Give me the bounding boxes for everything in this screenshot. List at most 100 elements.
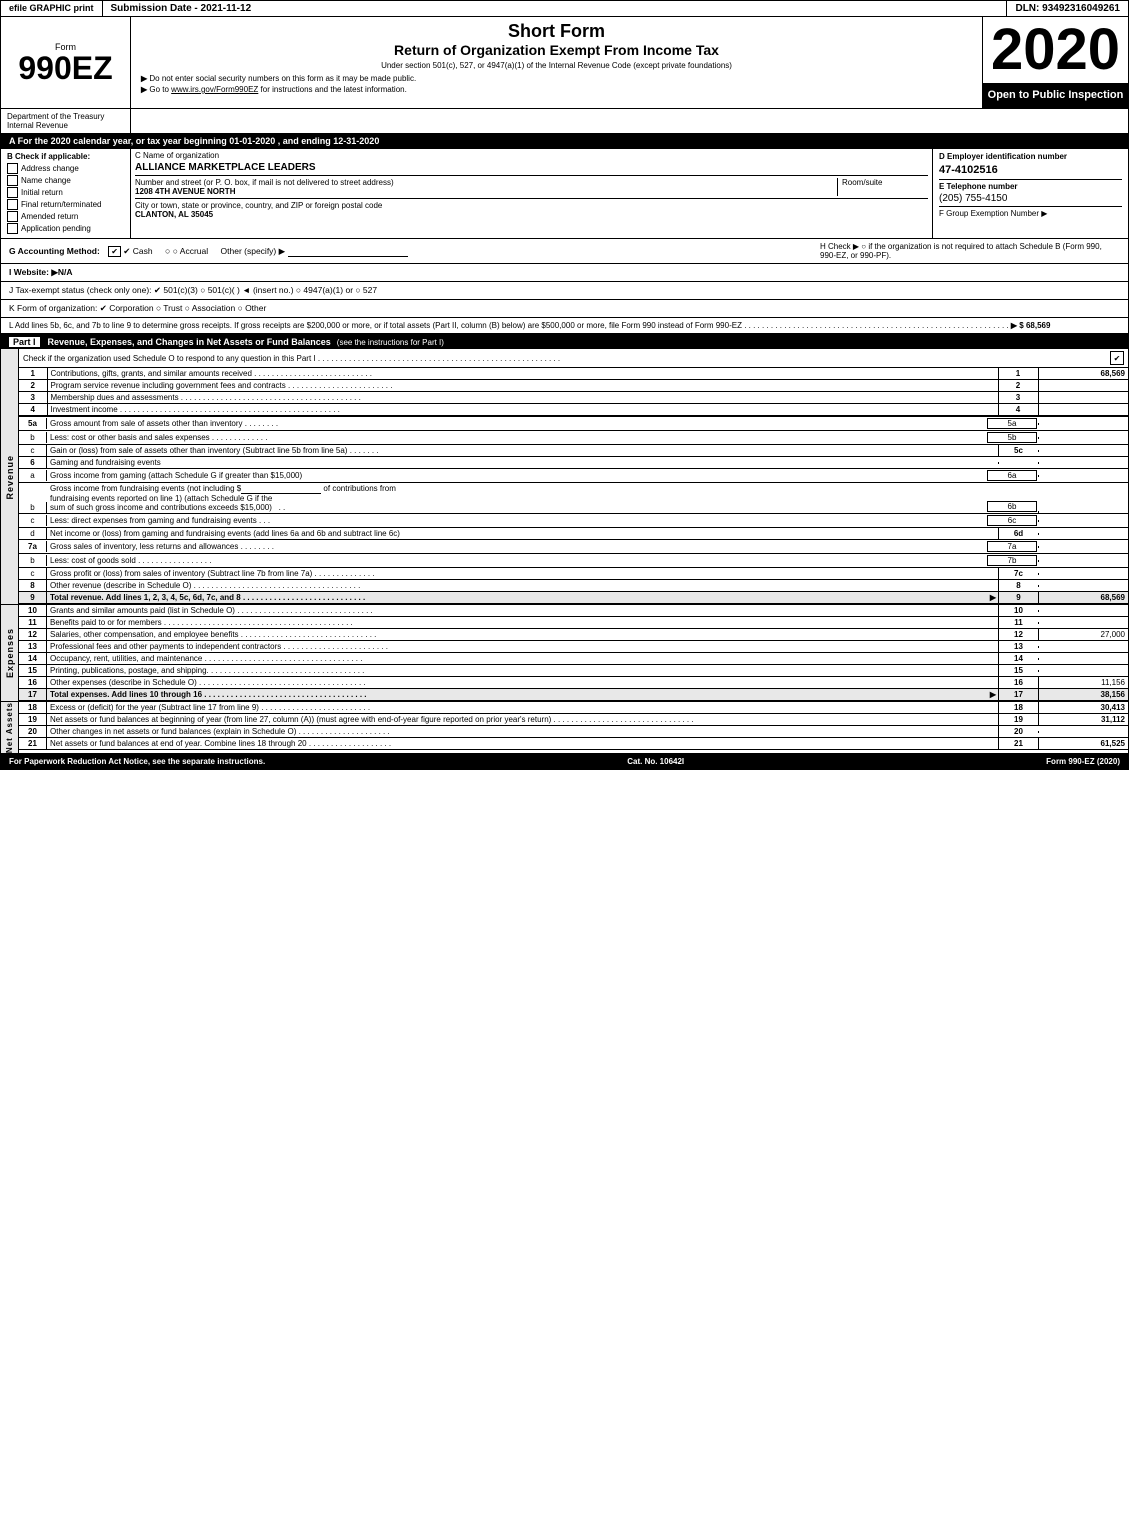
line-6c-num: c bbox=[19, 515, 47, 526]
j-label: J Tax-exempt status (check only one): ✔ … bbox=[9, 285, 377, 295]
line-5b-desc: Less: cost or other basis and sales expe… bbox=[47, 432, 986, 443]
line-5a-innerbox: 5a bbox=[987, 418, 1037, 429]
line-6b-row: b Gross income from fundraising events (… bbox=[19, 483, 1128, 514]
return-title: Return of Organization Exempt From Incom… bbox=[141, 42, 972, 58]
line-6a-num: a bbox=[19, 470, 47, 481]
check-item-final: Final return/terminated bbox=[7, 199, 124, 210]
header-section: Form 990EZ Short Form Return of Organiza… bbox=[1, 17, 1128, 109]
net-assets-section: Net Assets 18 Excess or (deficit) for th… bbox=[1, 702, 1128, 754]
net-assets-line-18: 18 Excess or (deficit) for the year (Sub… bbox=[19, 702, 1128, 714]
address-room-row: Number and street (or P. O. box, if mail… bbox=[135, 175, 928, 196]
line-8-value bbox=[1038, 585, 1128, 587]
name-change-label: Name change bbox=[21, 176, 71, 185]
line-5a-value bbox=[1038, 423, 1128, 425]
line-6-desc: Gaming and fundraising events bbox=[47, 457, 998, 468]
line-6b-desc1: Gross income from fundraising events (no… bbox=[50, 484, 983, 494]
line-6c-desc: Less: direct expenses from gaming and fu… bbox=[47, 515, 986, 526]
line-6-boxnum bbox=[998, 462, 1038, 464]
f-label: F Group Exemption Number ▶ bbox=[939, 206, 1122, 218]
tax-year-row: A For the 2020 calendar year, or tax yea… bbox=[1, 134, 1128, 149]
line-7c-num: c bbox=[19, 568, 47, 579]
line-6b-innerbox: 6b bbox=[987, 501, 1037, 512]
page-wrapper: efile GRAPHIC print Submission Date - 20… bbox=[0, 0, 1129, 770]
address-main: Number and street (or P. O. box, if mail… bbox=[135, 178, 838, 196]
line-5b-innerbox: 5b bbox=[987, 432, 1037, 443]
line-5a-row: 5a Gross amount from sale of assets othe… bbox=[19, 416, 1128, 431]
line-8-boxnum: 8 bbox=[998, 580, 1038, 591]
line-6d-boxnum: 6d bbox=[998, 528, 1038, 539]
l-value: 68,569 bbox=[1026, 321, 1050, 330]
expenses-table-col: 10 Grants and similar amounts paid (list… bbox=[19, 605, 1128, 701]
city-label: City or town, state or province, country… bbox=[135, 201, 928, 210]
l-arrow: ▶ $ bbox=[1011, 321, 1024, 330]
website-row: I Website: ▶N/A bbox=[1, 264, 1128, 282]
ein-value: 47-4102516 bbox=[939, 164, 1122, 176]
line-6d-row: d Net income or (loss) from gaming and f… bbox=[19, 528, 1128, 540]
expense-line-17: 17 Total expenses. Add lines 10 through … bbox=[19, 689, 1128, 701]
line-8-row: 8 Other revenue (describe in Schedule O)… bbox=[19, 580, 1128, 592]
expenses-section: Expenses 10 Grants and similar amounts p… bbox=[1, 605, 1128, 702]
line-7c-value bbox=[1038, 573, 1128, 575]
dept-label: Department of the Treasury Internal Reve… bbox=[1, 109, 131, 133]
name-change-checkbox[interactable] bbox=[7, 175, 18, 186]
net-assets-line-19: 19 Net assets or fund balances at beginn… bbox=[19, 714, 1128, 726]
accrual-circle: ○ bbox=[165, 246, 170, 256]
h-label: H Check ▶ ○ if the organization is not r… bbox=[820, 242, 1120, 260]
address-change-checkbox[interactable] bbox=[7, 163, 18, 174]
form-number-col: Form 990EZ bbox=[1, 17, 131, 108]
expense-line-13: 13 Professional fees and other payments … bbox=[19, 641, 1128, 653]
net-assets-label-col: Net Assets bbox=[1, 702, 19, 753]
line-5c-num: c bbox=[19, 445, 47, 456]
d-label: D Employer identification number bbox=[939, 152, 1122, 161]
final-return-label: Final return/terminated bbox=[21, 200, 101, 209]
tax-year-text: A For the 2020 calendar year, or tax yea… bbox=[9, 136, 379, 146]
line-9-value: 68,569 bbox=[1038, 592, 1128, 603]
expense-line-15: 15 Printing, publications, postage, and … bbox=[19, 665, 1128, 677]
final-return-checkbox[interactable] bbox=[7, 199, 18, 210]
line-6a-row: a Gross income from gaming (attach Sched… bbox=[19, 469, 1128, 483]
k-label: K Form of organization: ✔ Corporation ○ … bbox=[9, 303, 266, 313]
line-5b-num: b bbox=[19, 432, 47, 443]
line-9-arrow: ▶ bbox=[988, 593, 998, 602]
line-6a-value bbox=[1038, 475, 1128, 477]
line-7b-row: b Less: cost of goods sold . . . . . . .… bbox=[19, 554, 1128, 568]
employer-col: D Employer identification number 47-4102… bbox=[933, 149, 1128, 238]
amended-return-checkbox[interactable] bbox=[7, 211, 18, 222]
dept-spacer bbox=[131, 109, 983, 133]
other-underline bbox=[288, 256, 408, 257]
application-pending-checkbox[interactable] bbox=[7, 223, 18, 234]
amended-return-label: Amended return bbox=[21, 212, 78, 221]
line-5a-num: 5a bbox=[19, 418, 47, 429]
net-assets-line-21: 21 Net assets or fund balances at end of… bbox=[19, 738, 1128, 750]
section-a: B Check if applicable: Address change Na… bbox=[1, 149, 1128, 239]
expense-line-16: 16 Other expenses (describe in Schedule … bbox=[19, 677, 1128, 689]
line-6b-desc3: sum of such gross income and contributio… bbox=[50, 503, 983, 512]
line-7b-desc: Less: cost of goods sold . . . . . . . .… bbox=[47, 555, 986, 566]
accounting-row: G Accounting Method: ✔ ✔ Cash ○ ○ Accrua… bbox=[1, 239, 1128, 264]
e-label: E Telephone number bbox=[939, 179, 1122, 191]
notice2: ▶ Go to www.irs.gov/Form990EZ for instru… bbox=[141, 85, 972, 94]
tax-status-row: J Tax-exempt status (check only one): ✔ … bbox=[1, 282, 1128, 300]
line-6d-value bbox=[1038, 533, 1128, 535]
check-row-text: Check if the organization used Schedule … bbox=[23, 354, 560, 363]
line-7b-value bbox=[1038, 560, 1128, 562]
line-5c-boxnum: 5c bbox=[998, 445, 1038, 456]
line-5b-row: b Less: cost or other basis and sales ex… bbox=[19, 431, 1128, 445]
part-i-header: Part I Revenue, Expenses, and Changes in… bbox=[1, 335, 1128, 349]
cash-checkbox-icon: ✔ bbox=[108, 246, 121, 257]
line-6-value bbox=[1038, 462, 1128, 464]
part-i-title: Revenue, Expenses, and Changes in Net As… bbox=[48, 337, 331, 347]
dept-right bbox=[983, 109, 1128, 133]
line-6c-innerbox: 6c bbox=[987, 515, 1037, 526]
line-7b-num: b bbox=[19, 555, 47, 566]
cash-option: ✔ ✔ Cash bbox=[108, 246, 155, 256]
footer-left: For Paperwork Reduction Act Notice, see … bbox=[9, 757, 265, 766]
line-5a-desc: Gross amount from sale of assets other t… bbox=[47, 418, 986, 429]
line-9-desc: Total revenue. Add lines 1, 2, 3, 4, 5c,… bbox=[47, 592, 988, 603]
top-bar-mid: Submission Date - 2021-11-12 bbox=[103, 1, 1008, 16]
line-6a-innerbox: 6a bbox=[987, 470, 1037, 481]
revenue-label-text: Revenue bbox=[5, 455, 15, 500]
gross-receipts-row: L Add lines 5b, 6c, and 7b to line 9 to … bbox=[1, 318, 1128, 335]
check-applicable-col: B Check if applicable: Address change Na… bbox=[1, 149, 131, 238]
initial-return-checkbox[interactable] bbox=[7, 187, 18, 198]
